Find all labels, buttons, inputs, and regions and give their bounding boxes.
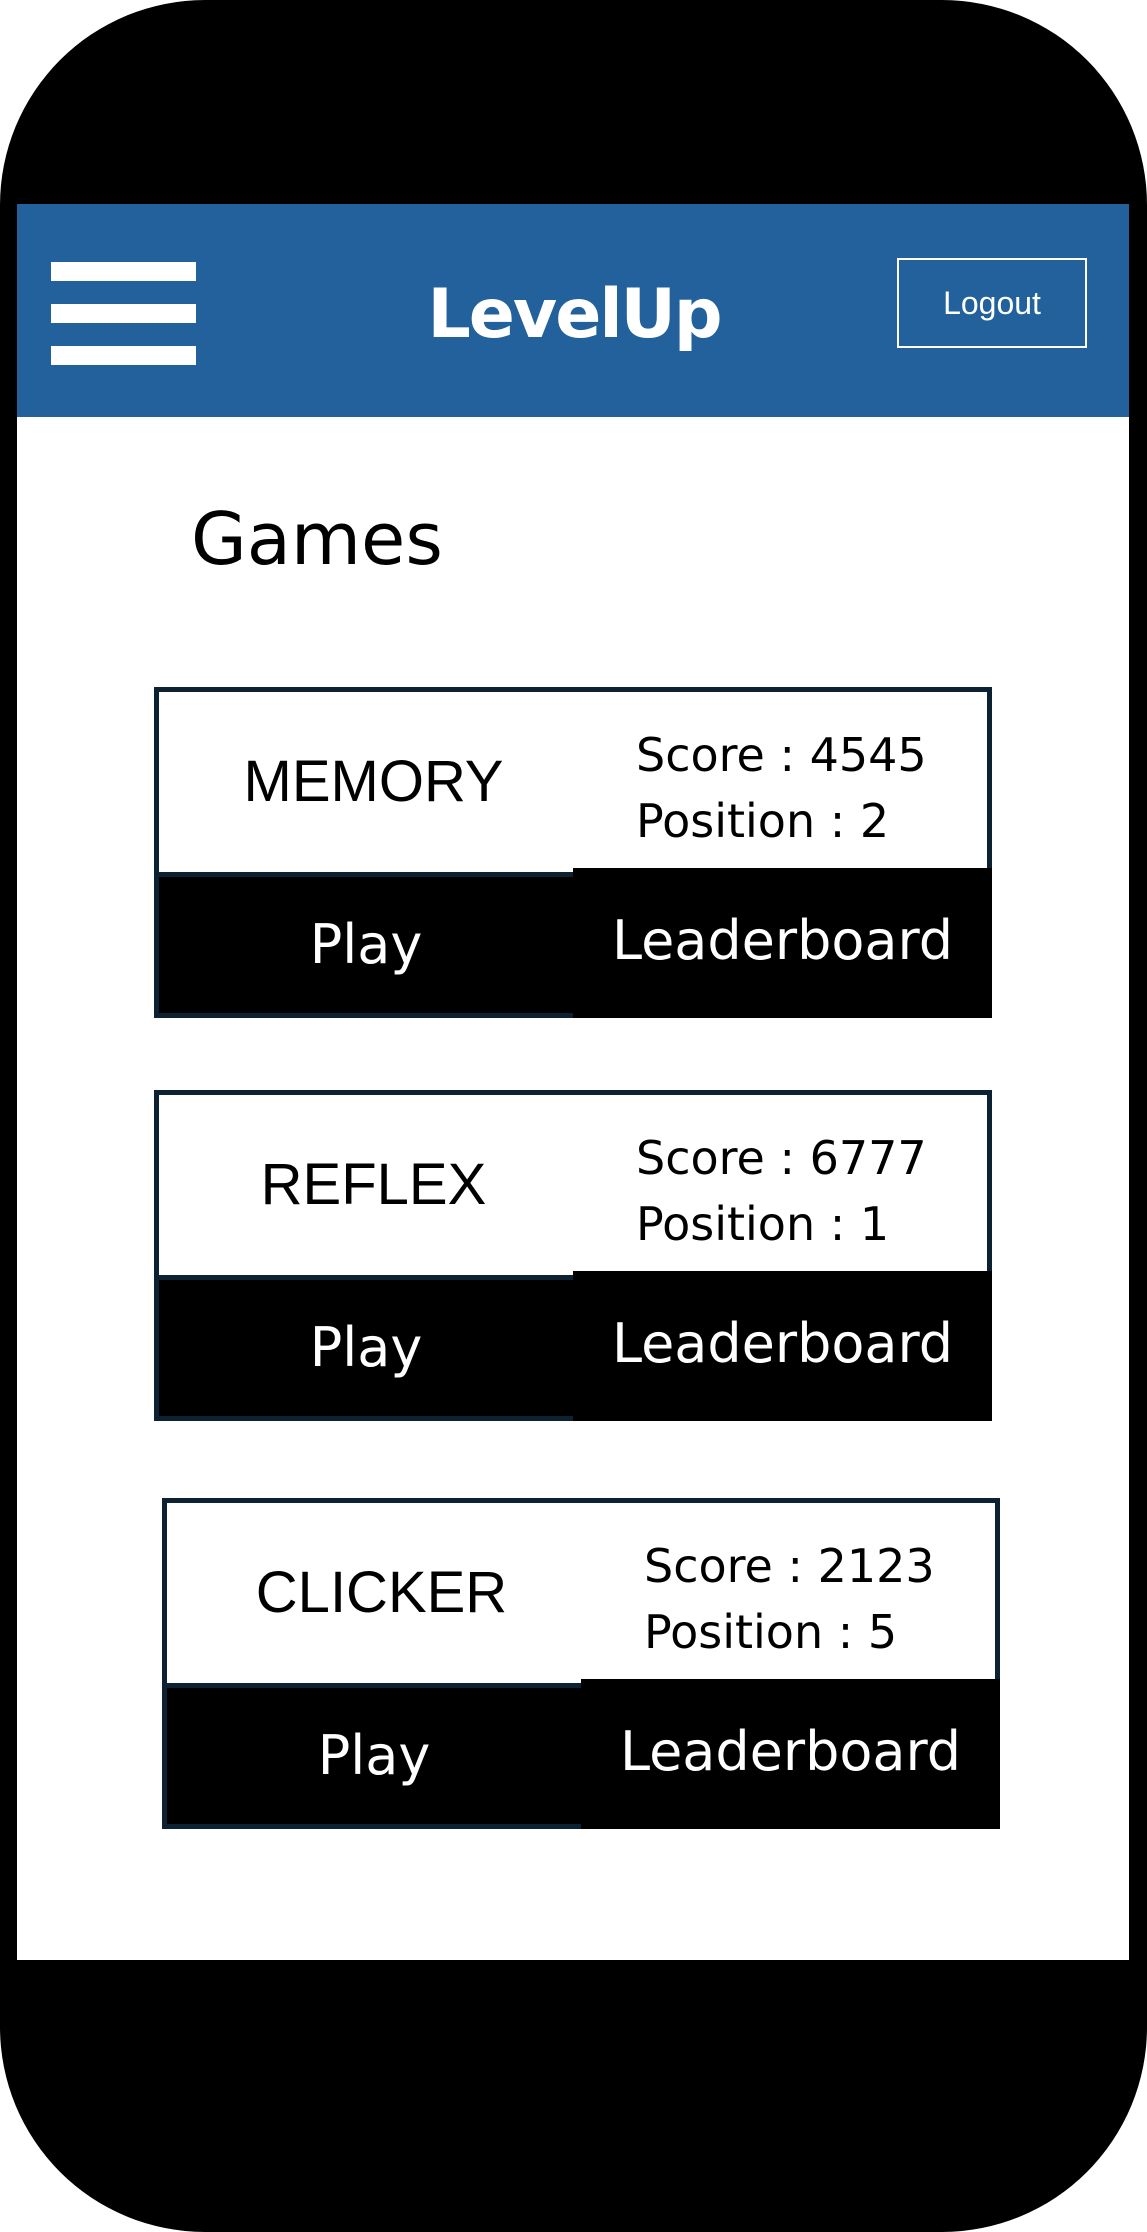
menu-line (51, 304, 196, 323)
play-button[interactable]: Play (167, 1683, 581, 1824)
leaderboard-button[interactable]: Leaderboard (581, 1679, 1000, 1829)
game-position: Position : 2 (636, 794, 890, 848)
play-button[interactable]: Play (159, 872, 573, 1013)
app-header: LevelUp Logout (17, 204, 1129, 417)
game-stats: Score : 4545 Position : 2 (636, 722, 927, 854)
game-card-reflex: REFLEX Score : 6777 Position : 1 Play Le… (154, 1090, 992, 1421)
page-title: Games (191, 497, 443, 581)
game-score: Score : 4545 (636, 728, 927, 782)
leaderboard-button[interactable]: Leaderboard (573, 868, 992, 1018)
phone-frame: LevelUp Logout Games MEMORY Score : 4545… (0, 0, 1147, 2232)
game-score: Score : 2123 (644, 1539, 935, 1593)
play-button[interactable]: Play (159, 1275, 573, 1416)
menu-line (51, 346, 196, 365)
game-position: Position : 1 (636, 1197, 890, 1251)
app-screen: LevelUp Logout Games MEMORY Score : 4545… (17, 204, 1129, 1960)
game-card-clicker: CLICKER Score : 2123 Position : 5 Play L… (162, 1498, 1000, 1829)
game-name: REFLEX (260, 1152, 487, 1217)
hamburger-menu-icon[interactable] (51, 262, 196, 366)
menu-line (51, 262, 196, 281)
game-card-memory: MEMORY Score : 4545 Position : 2 Play Le… (154, 687, 992, 1018)
game-name: CLICKER (255, 1560, 508, 1625)
logout-button[interactable]: Logout (897, 258, 1087, 348)
game-position: Position : 5 (644, 1605, 898, 1659)
game-score: Score : 6777 (636, 1131, 927, 1185)
game-name: MEMORY (243, 749, 504, 814)
leaderboard-button[interactable]: Leaderboard (573, 1271, 992, 1421)
game-stats: Score : 6777 Position : 1 (636, 1125, 927, 1257)
game-stats: Score : 2123 Position : 5 (644, 1533, 935, 1665)
app-logo: LevelUp (427, 275, 722, 354)
